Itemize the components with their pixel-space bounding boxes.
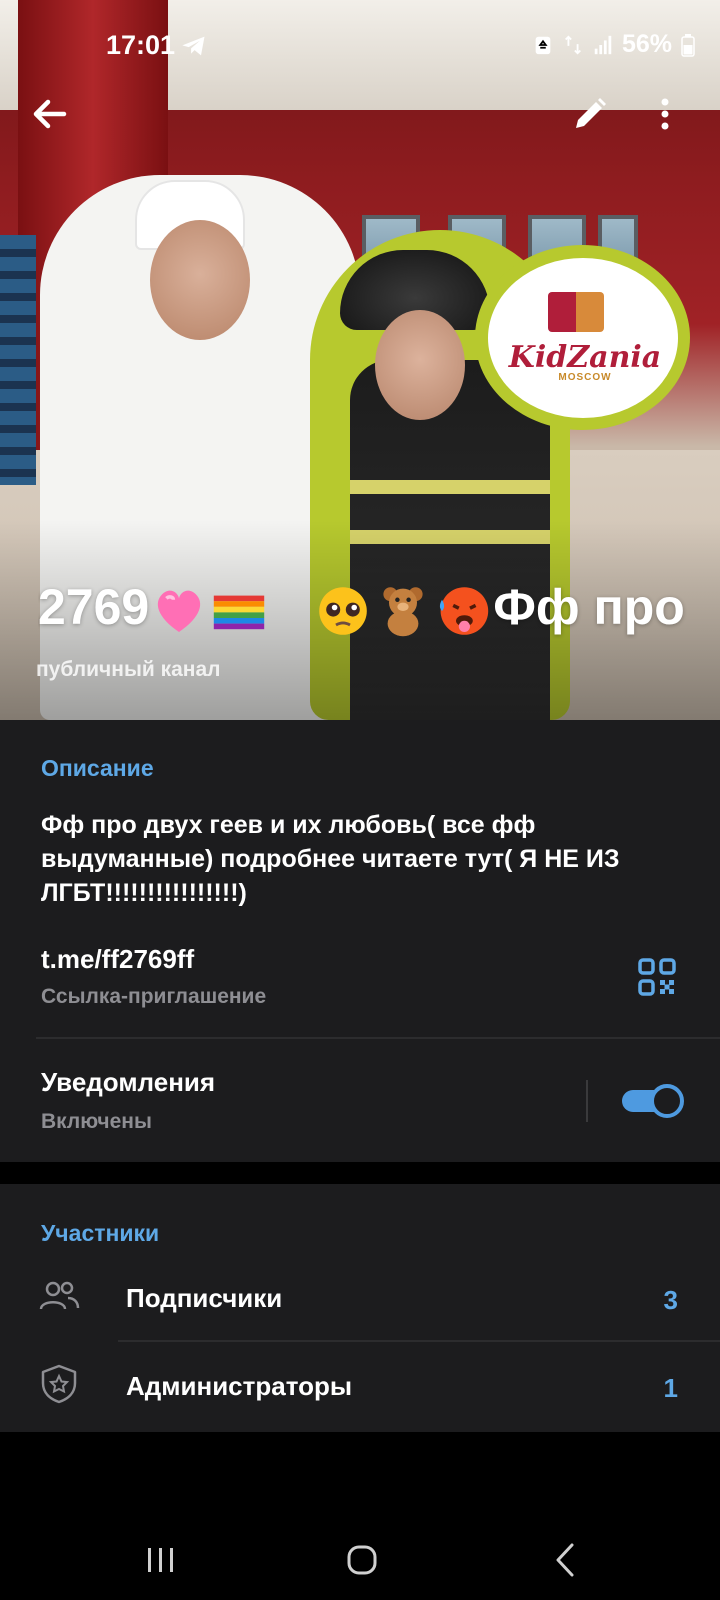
nav-back-icon[interactable]	[554, 1542, 576, 1578]
notifications-label[interactable]: Уведомления	[41, 1067, 215, 1098]
photo-kidzania-logo-text: KidZania	[508, 340, 662, 375]
edit-button[interactable]	[570, 94, 610, 134]
status-time: 17:01	[106, 30, 176, 60]
photo-speech-bubble-inner	[488, 258, 678, 418]
channel-title: 2769 Фф про	[38, 575, 698, 639]
channel-info-screen: KidZania MOSCOW 17:01 56% 2769 Фф про пу…	[0, 0, 720, 1600]
member-row-count: 1	[663, 1373, 678, 1403]
channel-title-suffix: Фф про	[493, 579, 685, 635]
member-row-count: 3	[663, 1285, 678, 1315]
back-button[interactable]	[26, 90, 74, 138]
photo-kidzania-logo-mark	[548, 292, 604, 332]
channel-type-label: публичный канал	[36, 658, 221, 681]
photo-suit-stripe	[350, 480, 550, 494]
toggle-knob	[650, 1084, 684, 1118]
invite-link-caption: Ссылка-приглашение	[41, 985, 267, 1008]
pleading-face-icon	[319, 586, 368, 635]
photo-vending-machine	[0, 235, 36, 485]
teddy-bear-icon	[383, 586, 423, 636]
people-icon	[39, 1281, 80, 1310]
members-header: Участники	[41, 1220, 160, 1246]
hot-face-icon	[440, 586, 489, 635]
member-row-label: Администраторы	[126, 1371, 353, 1401]
recycle-icon	[535, 36, 551, 54]
channel-title-text: 2769	[38, 579, 150, 635]
pink-heart-icon	[158, 590, 201, 632]
more-options-button[interactable]	[650, 94, 680, 134]
divider	[118, 1340, 720, 1342]
photo-kidzania-logo-city: MOSCOW	[558, 372, 612, 383]
divider	[36, 1037, 720, 1039]
telegram-icon	[182, 36, 205, 56]
signal-icon	[594, 35, 612, 54]
home-icon[interactable]	[346, 1544, 378, 1576]
battery-icon	[681, 33, 695, 57]
qr-code-button[interactable]	[638, 958, 676, 996]
system-navigation-bar	[0, 1510, 720, 1600]
status-icons: 56%	[532, 30, 696, 59]
battery-percent: 56%	[621, 30, 672, 58]
channel-description: Фф про двух геев и их любовь( все фф выд…	[41, 811, 620, 907]
notifications-separator	[586, 1080, 588, 1122]
status-bar: 17:01 56%	[0, 20, 720, 70]
notifications-toggle[interactable]	[622, 1084, 684, 1118]
invite-link[interactable]: t.me/ff2769ff	[41, 944, 194, 975]
rainbow-flag-icon	[214, 595, 265, 629]
description-header: Описание	[41, 755, 154, 781]
member-row-label: Подписчики	[126, 1283, 283, 1313]
notifications-status: Включены	[41, 1110, 152, 1133]
data-arrows-icon	[564, 34, 581, 55]
shield-star-icon	[41, 1364, 77, 1404]
photo-face-right	[375, 310, 465, 420]
photo-face-left	[150, 220, 250, 340]
recents-icon[interactable]	[146, 1546, 176, 1574]
